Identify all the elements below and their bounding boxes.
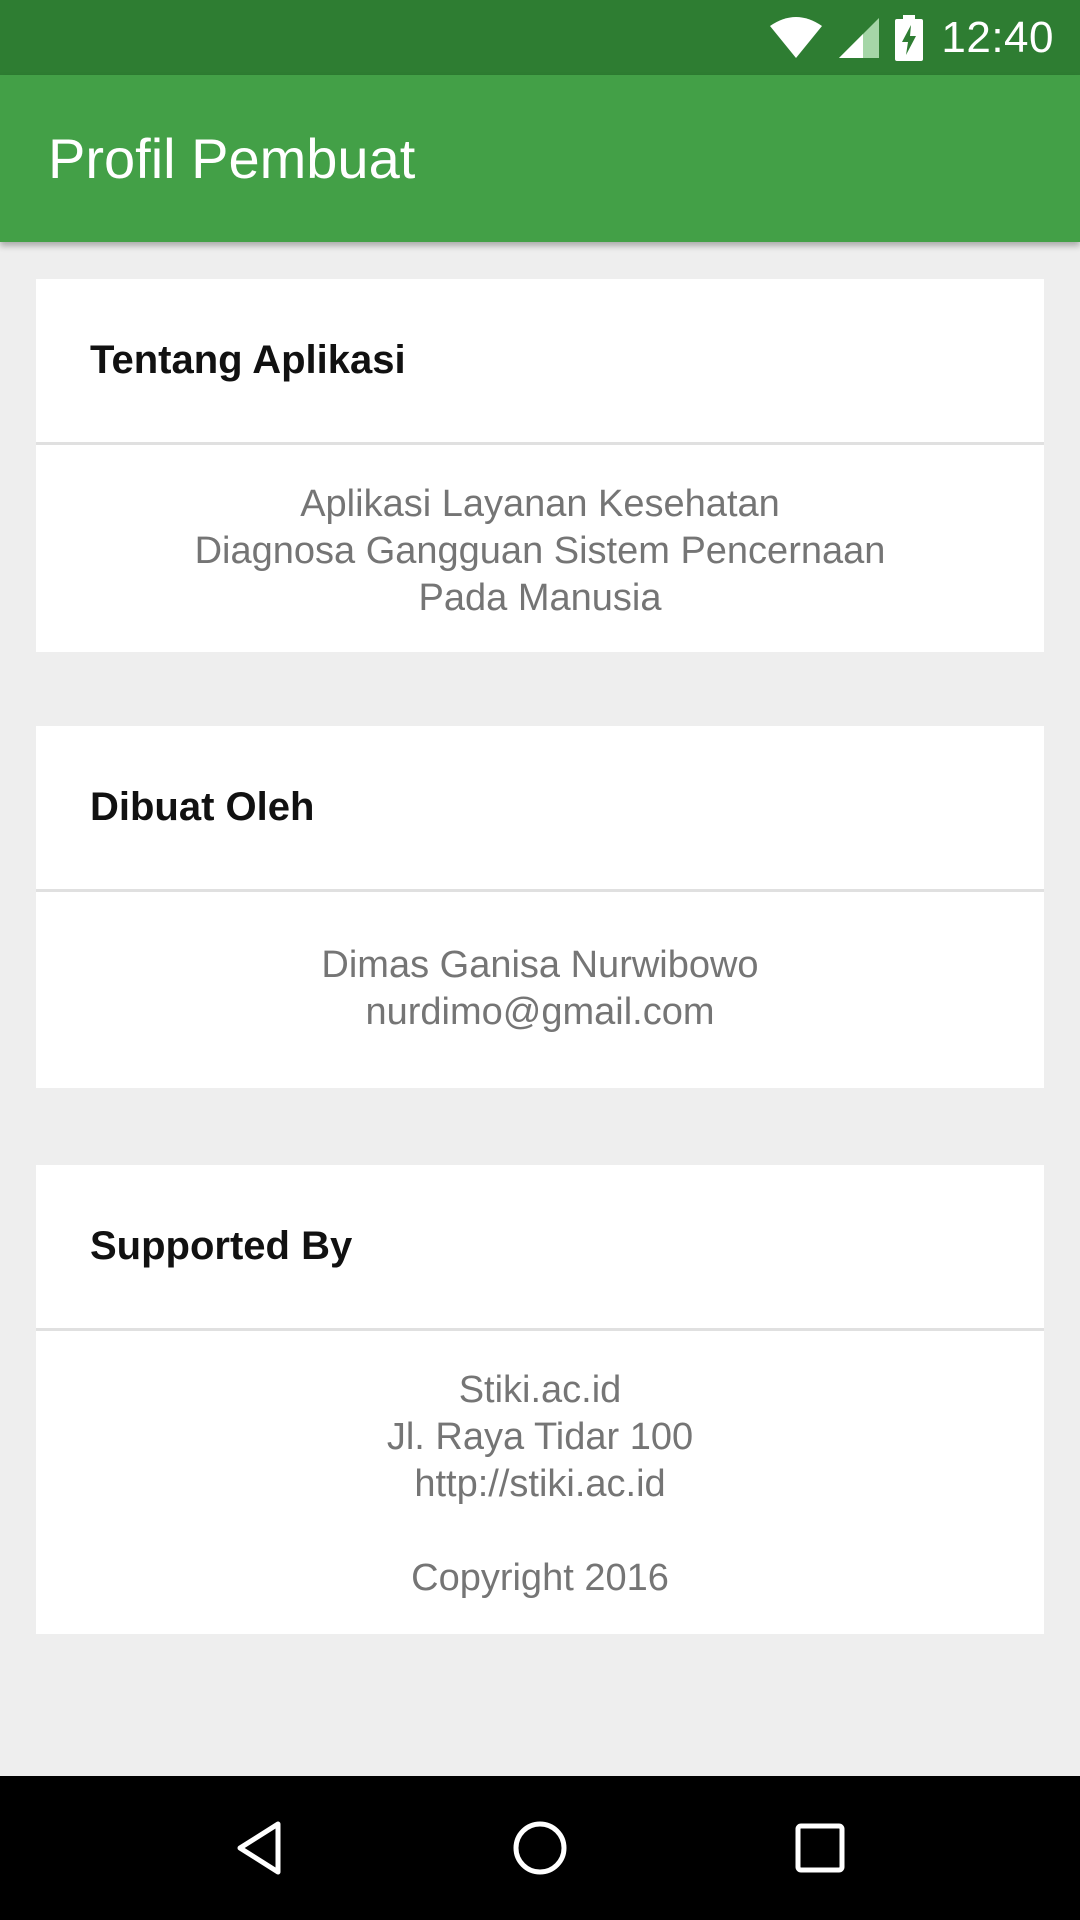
author-email: nurdimo@gmail.com [365,991,715,1033]
card-about-app: Tentang Aplikasi Aplikasi Layanan Keseha… [36,279,1044,652]
card-body: Stiki.ac.id Jl. Raya Tidar 100 http://st… [36,1331,1044,1634]
status-time: 12:40 [941,12,1054,62]
card-text-line: Diagnosa Gangguan Sistem Pencernaan [194,530,886,572]
card-header: Supported By [36,1165,1044,1331]
card-header: Tentang Aplikasi [36,279,1044,445]
signal-icon [837,16,881,60]
page-title: Profil Pembuat [48,127,416,190]
copyright-text: Copyright 2016 [411,1557,669,1599]
card-text-line: Pada Manusia [418,577,662,619]
battery-charging-icon [895,14,924,61]
card-text-line: Aplikasi Layanan Kesehatan [300,483,780,525]
author-name: Dimas Ganisa Nurwibowo [321,944,759,986]
card-header: Dibuat Oleh [36,726,1044,892]
home-icon[interactable] [495,1803,585,1893]
card-text-line: http://stiki.ac.id [414,1463,666,1505]
status-bar: 12:40 [0,0,1080,75]
wifi-icon [769,16,823,60]
card-supported-by: Supported By Stiki.ac.id Jl. Raya Tidar … [36,1165,1044,1634]
card-text-line: Jl. Raya Tidar 100 [386,1416,694,1458]
card-text-line: Stiki.ac.id [458,1369,622,1411]
recents-icon[interactable] [775,1803,865,1893]
app-bar: Profil Pembuat [0,75,1080,242]
card-body: Aplikasi Layanan Kesehatan Diagnosa Gang… [36,445,1044,652]
card-created-by: Dibuat Oleh Dimas Ganisa Nurwibowo nurdi… [36,726,1044,1088]
back-icon[interactable] [215,1803,305,1893]
card-body: Dimas Ganisa Nurwibowo nurdimo@gmail.com [36,892,1044,1088]
card-heading: Supported By [90,1224,353,1268]
navigation-bar [0,1776,1080,1920]
card-heading: Dibuat Oleh [90,785,315,829]
card-heading: Tentang Aplikasi [90,338,406,382]
